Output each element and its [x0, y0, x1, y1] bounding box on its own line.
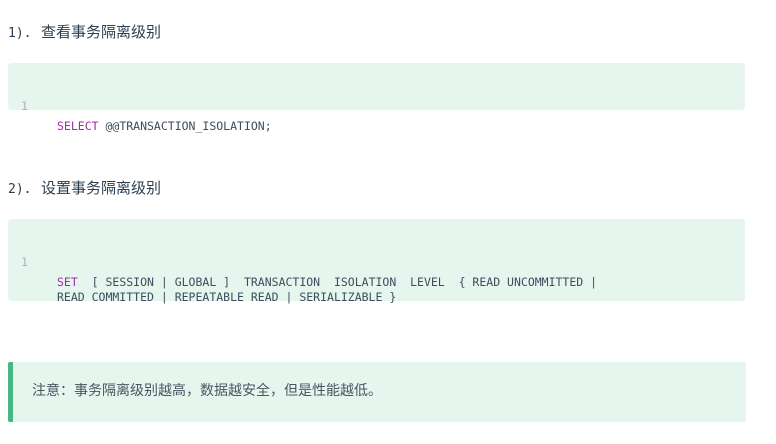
code-block-select-isolation: 1 SELECT @@TRANSACTION_ISOLATION; [8, 63, 745, 133]
code-line-wrapped: READ COMMITTED | REPEATABLE READ | SERIA… [8, 267, 396, 304]
code-text: SELECT @@TRANSACTION_ISOLATION; [57, 116, 272, 136]
section-number: 1). [8, 26, 32, 41]
code-line: 1 SET [ SESSION | GLOBAL ] TRANSACTION I… [8, 232, 597, 289]
section-heading-set-isolation: 2). 设置事务隔离级别 [8, 178, 161, 200]
code-rest: @@TRANSACTION_ISOLATION; [98, 119, 272, 133]
line-number: 1 [21, 99, 28, 113]
code-block-set-isolation: 1 SET [ SESSION | GLOBAL ] TRANSACTION I… [8, 219, 745, 304]
section-title: 设置事务隔离级别 [41, 179, 162, 197]
note-text: 注意：事务隔离级别越高，数据越安全，但是性能越低。 [32, 383, 382, 399]
tip-note: 注意：事务隔离级别越高，数据越安全，但是性能越低。 [8, 362, 746, 422]
code-text: READ COMMITTED | REPEATABLE READ | SERIA… [57, 290, 397, 304]
code-line: 1 SELECT @@TRANSACTION_ISOLATION; [8, 76, 272, 133]
section-number: 2). [8, 182, 32, 197]
sql-keyword-select: SELECT [57, 119, 99, 133]
section-title: 查看事务隔离级别 [41, 23, 162, 41]
section-heading-view-isolation: 1). 查看事务隔离级别 [8, 22, 161, 44]
